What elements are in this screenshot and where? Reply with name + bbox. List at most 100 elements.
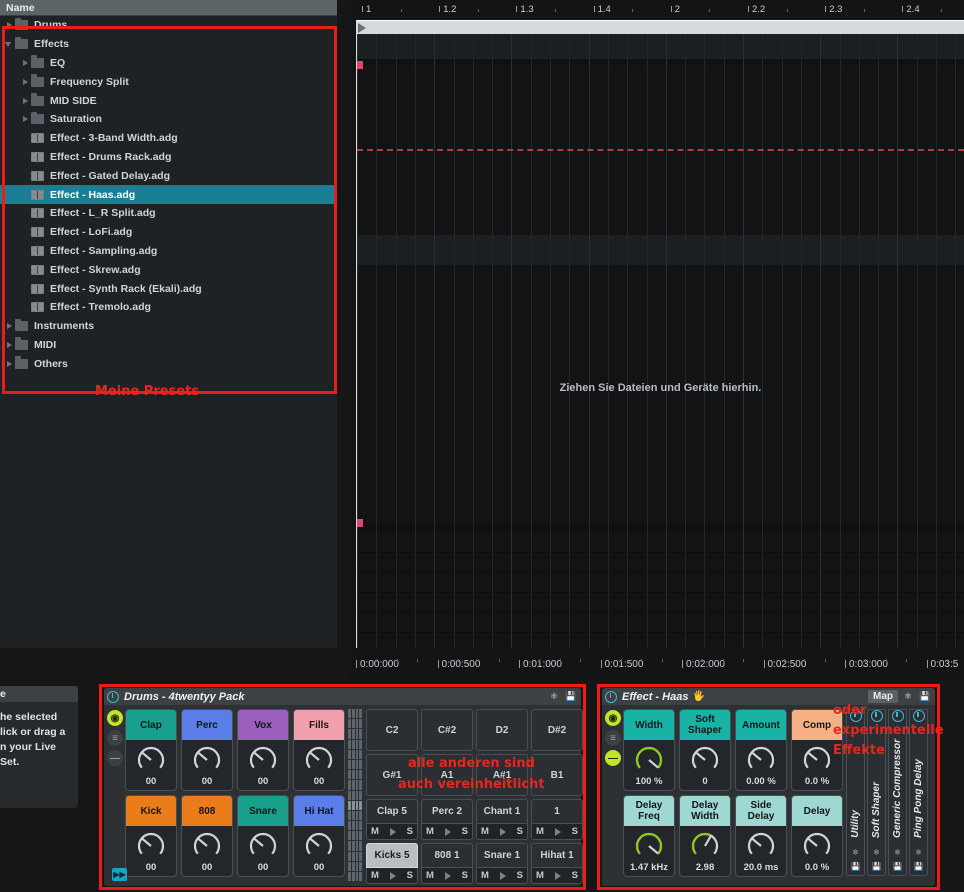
drum-pad-label[interactable]: 1 <box>531 799 583 824</box>
midi-icon[interactable]: ⚛ <box>870 846 883 858</box>
pad-key-cell[interactable] <box>348 739 351 749</box>
browser-column-header-name[interactable]: Name <box>0 0 337 16</box>
pad-key-cell[interactable] <box>351 780 355 790</box>
pad-key-cell[interactable] <box>348 780 351 790</box>
macro-knob[interactable] <box>690 831 720 861</box>
drum-pad-label[interactable]: Clap 5 <box>366 799 418 824</box>
track-lane[interactable] <box>357 34 964 59</box>
play-icon[interactable] <box>554 827 561 836</box>
pad-key-cell[interactable] <box>355 800 359 810</box>
chevron-closed-icon[interactable] <box>20 92 31 110</box>
macro-row-2[interactable]: Delay Freq 1.47 kHz Delay Width 2.98 Side De… <box>623 795 843 877</box>
mute-button[interactable]: M <box>481 826 489 837</box>
pad-key-cell[interactable] <box>359 719 362 729</box>
play-icon[interactable] <box>389 827 396 836</box>
browser-item-list[interactable]: Drums Effects EQ Frequency Split MID SIDE Sat… <box>0 16 337 648</box>
chevron-closed-icon[interactable] <box>4 336 15 354</box>
drum-pad[interactable]: Kicks 5MS <box>366 843 418 884</box>
browser-item[interactable]: Saturation <box>0 110 337 129</box>
solo-button[interactable]: S <box>407 826 413 837</box>
arrangement-view[interactable]: 1 1.2 1.3 1.4 2 2.2 2.3 2.4 Ziehen Sie Dateien … <box>348 0 964 678</box>
track-lanes[interactable]: Ziehen Sie Dateien und Geräte hierhin. <box>356 34 964 648</box>
macro-knob[interactable] <box>304 745 334 775</box>
pad-key-cell[interactable] <box>348 729 351 739</box>
macro-knob[interactable] <box>248 831 278 861</box>
chevron-closed-icon[interactable] <box>4 355 15 373</box>
midi-icon[interactable]: ⚛ <box>891 846 904 858</box>
macro-knob[interactable] <box>634 831 664 861</box>
pad-key-cell[interactable] <box>359 872 362 882</box>
pad-key-cell[interactable] <box>348 770 351 780</box>
pad-key-cell[interactable] <box>359 831 362 841</box>
device-effect-haas[interactable]: Effect - Haas 🖐 Map ⚛ 💾 ◉ ≡ — Width 100 %… <box>602 688 935 886</box>
pad-key-cell[interactable] <box>351 770 355 780</box>
drum-pad-transport[interactable]: MS <box>366 824 418 840</box>
drum-pad-label[interactable]: Hihat 1 <box>531 843 583 868</box>
play-icon[interactable] <box>499 827 506 836</box>
drum-pad-transport[interactable]: MS <box>476 868 528 884</box>
drum-pad-empty[interactable]: D2 <box>476 709 528 751</box>
pad-key-cell[interactable] <box>348 810 351 821</box>
file-browser[interactable]: Name Drums Effects EQ Frequency Split MID SI… <box>0 0 337 648</box>
pad-key-cell[interactable] <box>355 729 359 739</box>
macro-control[interactable]: Delay Width 2.98 <box>679 795 731 877</box>
macro-control[interactable]: Amount 0.00 % <box>735 709 787 791</box>
browser-item[interactable]: Effect - LoFi.adg <box>0 223 337 242</box>
macro-control[interactable]: 808 00 <box>181 795 233 877</box>
play-icon[interactable] <box>389 871 396 880</box>
mute-button[interactable]: M <box>371 826 379 837</box>
macro-knob[interactable] <box>248 745 278 775</box>
pad-key-cell[interactable] <box>355 759 359 770</box>
drum-pad-transport[interactable]: MS <box>366 868 418 884</box>
midi-icon[interactable]: ⚛ <box>901 690 915 703</box>
pad-key-cell[interactable] <box>355 841 359 851</box>
pad-key-cell[interactable] <box>359 729 362 739</box>
solo-button[interactable]: S <box>462 870 468 881</box>
play-icon[interactable] <box>444 827 451 836</box>
pad-key-cell[interactable] <box>355 861 359 871</box>
macro-knob[interactable] <box>192 831 222 861</box>
drum-pad-transport[interactable]: MS <box>531 868 583 884</box>
pad-key-cell[interactable] <box>355 780 359 790</box>
pad-key-cell[interactable] <box>355 749 359 759</box>
browser-item[interactable]: MIDI <box>0 336 337 355</box>
mute-button[interactable]: M <box>536 826 544 837</box>
browser-item[interactable]: Others <box>0 354 337 373</box>
pad-key-cell[interactable] <box>359 759 362 770</box>
macro-knob[interactable] <box>746 831 776 861</box>
drum-pad[interactable]: 1MS <box>531 799 583 840</box>
mute-button[interactable]: M <box>371 870 379 881</box>
pad-key-cell[interactable] <box>355 872 359 882</box>
track-lane[interactable] <box>357 531 964 553</box>
pad-key-cell[interactable] <box>359 821 362 831</box>
pad-key-cell[interactable] <box>359 841 362 851</box>
midi-icon[interactable]: ⚛ <box>849 846 862 858</box>
pad-key-cell[interactable] <box>359 790 362 800</box>
track-lane[interactable] <box>357 593 964 613</box>
pad-key-cell[interactable] <box>351 759 355 770</box>
chain-power-icon[interactable] <box>870 710 883 722</box>
track-lane[interactable] <box>357 613 964 633</box>
map-button[interactable]: Map <box>868 690 898 703</box>
browser-item[interactable]: Effect - Tremolo.adg <box>0 298 337 317</box>
save-icon[interactable]: 💾 <box>912 860 925 872</box>
drum-pad-empty[interactable]: C2 <box>366 709 418 751</box>
drum-pad[interactable]: Hihat 1MS <box>531 843 583 884</box>
track-lane[interactable] <box>357 523 964 531</box>
macro-activator-icon[interactable]: ◉ <box>107 710 123 726</box>
pad-key-cell[interactable] <box>355 851 359 861</box>
macro-knob[interactable] <box>690 745 720 775</box>
pad-key-cell[interactable] <box>351 709 355 719</box>
track-lane[interactable] <box>357 633 964 648</box>
drum-pad[interactable]: Chant 1MS <box>476 799 528 840</box>
pad-key-cell[interactable] <box>351 821 355 831</box>
drum-pad-label[interactable]: Chant 1 <box>476 799 528 824</box>
pad-key-cell[interactable] <box>348 841 351 851</box>
macro-knob[interactable] <box>304 831 334 861</box>
macro-activator-icon[interactable]: ◉ <box>605 710 621 726</box>
midi-icon[interactable]: ⚛ <box>547 690 561 703</box>
pad-key-cell[interactable] <box>348 709 351 719</box>
pad-key-cell[interactable] <box>348 831 351 841</box>
pad-key-cell[interactable] <box>351 790 355 800</box>
solo-button[interactable]: S <box>517 870 523 881</box>
